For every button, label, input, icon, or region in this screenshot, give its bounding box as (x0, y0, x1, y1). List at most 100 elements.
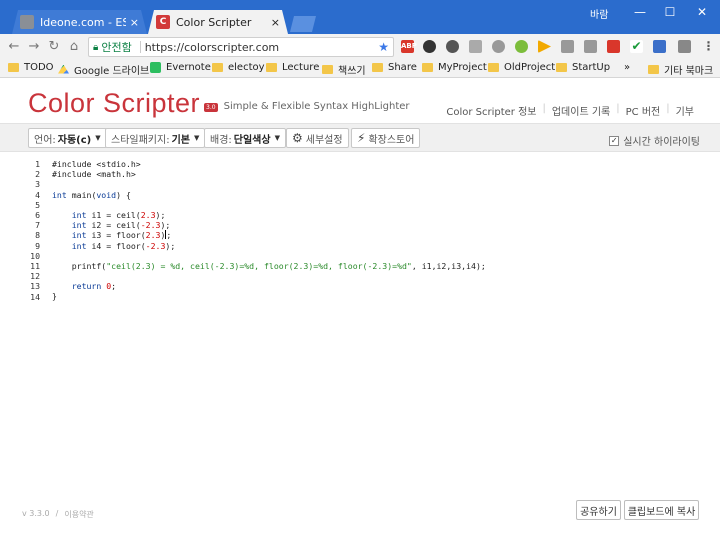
secure-label: 안전함 (101, 41, 132, 54)
drive-icon[interactable] (469, 40, 482, 53)
code-line[interactable] (52, 200, 486, 210)
code-line[interactable]: int i2 = ceil(-2.3); (52, 220, 486, 230)
nav-pc-version[interactable]: PC 버전 (620, 103, 667, 118)
nav-about[interactable]: Color Scripter 정보 (440, 103, 542, 118)
home-icon[interactable]: ⌂ (66, 39, 82, 55)
folder-icon (212, 63, 223, 72)
text-cursor (165, 230, 167, 240)
bookmarks-more-button[interactable]: » (624, 62, 630, 73)
settings-label: 세부설정 (305, 134, 343, 146)
code-line[interactable]: int i3 = floor(2.3); (52, 230, 486, 240)
language-select[interactable]: 언어: 자동(c) ▼ (28, 128, 107, 148)
line-number: 3 (35, 179, 40, 190)
bookmark-lecture[interactable]: Lecture (266, 62, 319, 73)
line-number: 13 (30, 281, 40, 292)
address-bar[interactable]: 🔒︎ 안전함 https://colorscripter.com ★ (88, 37, 394, 57)
background-select[interactable]: 배경: 단일색상 ▼ (204, 128, 286, 148)
folder-icon (322, 65, 333, 74)
line-number: 8 (35, 230, 40, 241)
bookmark-writing[interactable]: 책쓰기 (322, 62, 366, 77)
code-line[interactable]: return 0; (52, 281, 486, 291)
adblock-icon[interactable]: ABP (401, 40, 417, 53)
language-value: 자동(c) (57, 134, 92, 146)
bookmark-electoy[interactable]: electoy (212, 62, 265, 73)
maximize-icon[interactable]: ☐ (656, 2, 684, 22)
bookmark-star-icon[interactable]: ★ (378, 40, 389, 54)
folder-icon (372, 63, 383, 72)
tab-close-icon[interactable]: × (271, 16, 280, 29)
extension-store-button[interactable]: ⚡ 확장스토어 (351, 128, 421, 148)
nav-donate[interactable]: 기부 (670, 103, 700, 118)
code-area[interactable]: #include <stdio.h> #include <math.h> int … (52, 159, 486, 302)
extension-icon[interactable] (653, 40, 666, 53)
realtime-checkbox[interactable]: ✓ (609, 135, 620, 146)
bookmark-label: Evernote (166, 62, 211, 73)
plugin-icon: ⚡ (357, 131, 366, 145)
new-tab-button[interactable] (290, 16, 316, 32)
bookmark-share[interactable]: Share (372, 62, 417, 73)
profile-name[interactable]: 바람 (590, 6, 608, 21)
close-window-icon[interactable]: ✕ (688, 2, 716, 22)
menu-icon[interactable]: ⋮ (702, 40, 715, 53)
caret-down-icon: ▼ (193, 134, 200, 142)
terms-link[interactable]: 이용약관 (64, 509, 93, 520)
top-nav: Color Scripter 정보 | 업데이트 기록 | PC 버전 | 기부 (440, 103, 700, 118)
share-button[interactable]: 공유하기 (576, 500, 621, 520)
folder-icon (488, 63, 499, 72)
extension-icon[interactable] (423, 40, 436, 53)
line-number: 4 (35, 189, 40, 200)
code-line[interactable]: #include <stdio.h> (52, 159, 486, 169)
settings-button[interactable]: ⚙ 세부설정 (286, 128, 349, 148)
code-editor[interactable]: 1 2 3 4 5 6 7 8 9 10 11 12 13 14 #include <stdio.h> #i… (0, 153, 720, 493)
copy-to-clipboard-button[interactable]: 클립보드에 복사 (624, 500, 699, 520)
bookmark-myproject[interactable]: MyProject (422, 62, 487, 73)
code-line[interactable]: printf("ceil(2.3) = %d, ceil(-2.3)=%d, f… (52, 261, 486, 271)
caret-down-icon: ▼ (274, 134, 280, 142)
minimize-icon[interactable]: — (626, 2, 654, 22)
extension-icon[interactable] (607, 40, 620, 53)
extension-icon[interactable] (515, 40, 528, 53)
gear-icon: ⚙ (292, 131, 303, 145)
bookmark-other[interactable]: 기타 북마크 (648, 62, 713, 77)
logo[interactable]: Color Scripter (28, 88, 200, 118)
back-icon[interactable]: ← (6, 39, 22, 55)
extension-icon[interactable] (446, 40, 459, 53)
reload-icon[interactable]: ↻ (46, 39, 62, 55)
bookmark-oldproject[interactable]: OldProject (488, 62, 555, 73)
extension-icon[interactable] (492, 40, 505, 53)
extensions-label: 확장스토어 (368, 134, 415, 146)
bookmark-label: Share (388, 62, 417, 73)
tab-close-icon[interactable]: × (130, 16, 139, 29)
bookmark-google-drive[interactable]: Google 드라이브 (58, 62, 149, 77)
tab-ideone[interactable]: Ideone.com - ESxs5N × (12, 10, 147, 34)
bookmark-label: 책쓰기 (338, 66, 366, 77)
folder-icon (556, 63, 567, 72)
check-icon[interactable]: ✔ (630, 40, 643, 53)
bookmark-todo[interactable]: TODO (8, 62, 54, 73)
code-line[interactable] (52, 251, 486, 261)
line-number: 6 (35, 210, 40, 221)
bookmark-evernote[interactable]: Evernote (150, 62, 211, 73)
url-text[interactable]: https://colorscripter.com (145, 41, 379, 54)
code-line[interactable]: #include <math.h> (52, 169, 486, 179)
realtime-highlight-toggle[interactable]: ✓ 실시간 하이라이팅 (609, 133, 700, 148)
bookmark-label: Google 드라이브 (74, 66, 150, 77)
bookmark-startup[interactable]: StartUp (556, 62, 610, 73)
divider (139, 41, 141, 53)
code-line[interactable]: } (52, 291, 486, 301)
code-line[interactable]: int i1 = ceil(2.3); (52, 210, 486, 220)
code-line[interactable] (52, 271, 486, 281)
style-package-select[interactable]: 스타일패키지: 기본 ▼ (105, 128, 206, 148)
forward-icon[interactable]: → (26, 39, 42, 55)
code-line[interactable] (52, 179, 486, 189)
code-line[interactable]: int i4 = floor(-2.3); (52, 241, 486, 251)
extension-icon[interactable] (561, 40, 574, 53)
background-label: 배경: (210, 134, 232, 146)
tab-color-scripter[interactable]: C Color Scripter × (148, 10, 288, 34)
nav-changelog[interactable]: 업데이트 기록 (546, 103, 616, 118)
code-line[interactable]: int main(void) { (52, 190, 486, 200)
extension-icon[interactable] (584, 40, 597, 53)
line-number: 1 (35, 159, 40, 169)
footer-divider: / (55, 509, 59, 518)
extension-icon[interactable] (678, 40, 691, 53)
